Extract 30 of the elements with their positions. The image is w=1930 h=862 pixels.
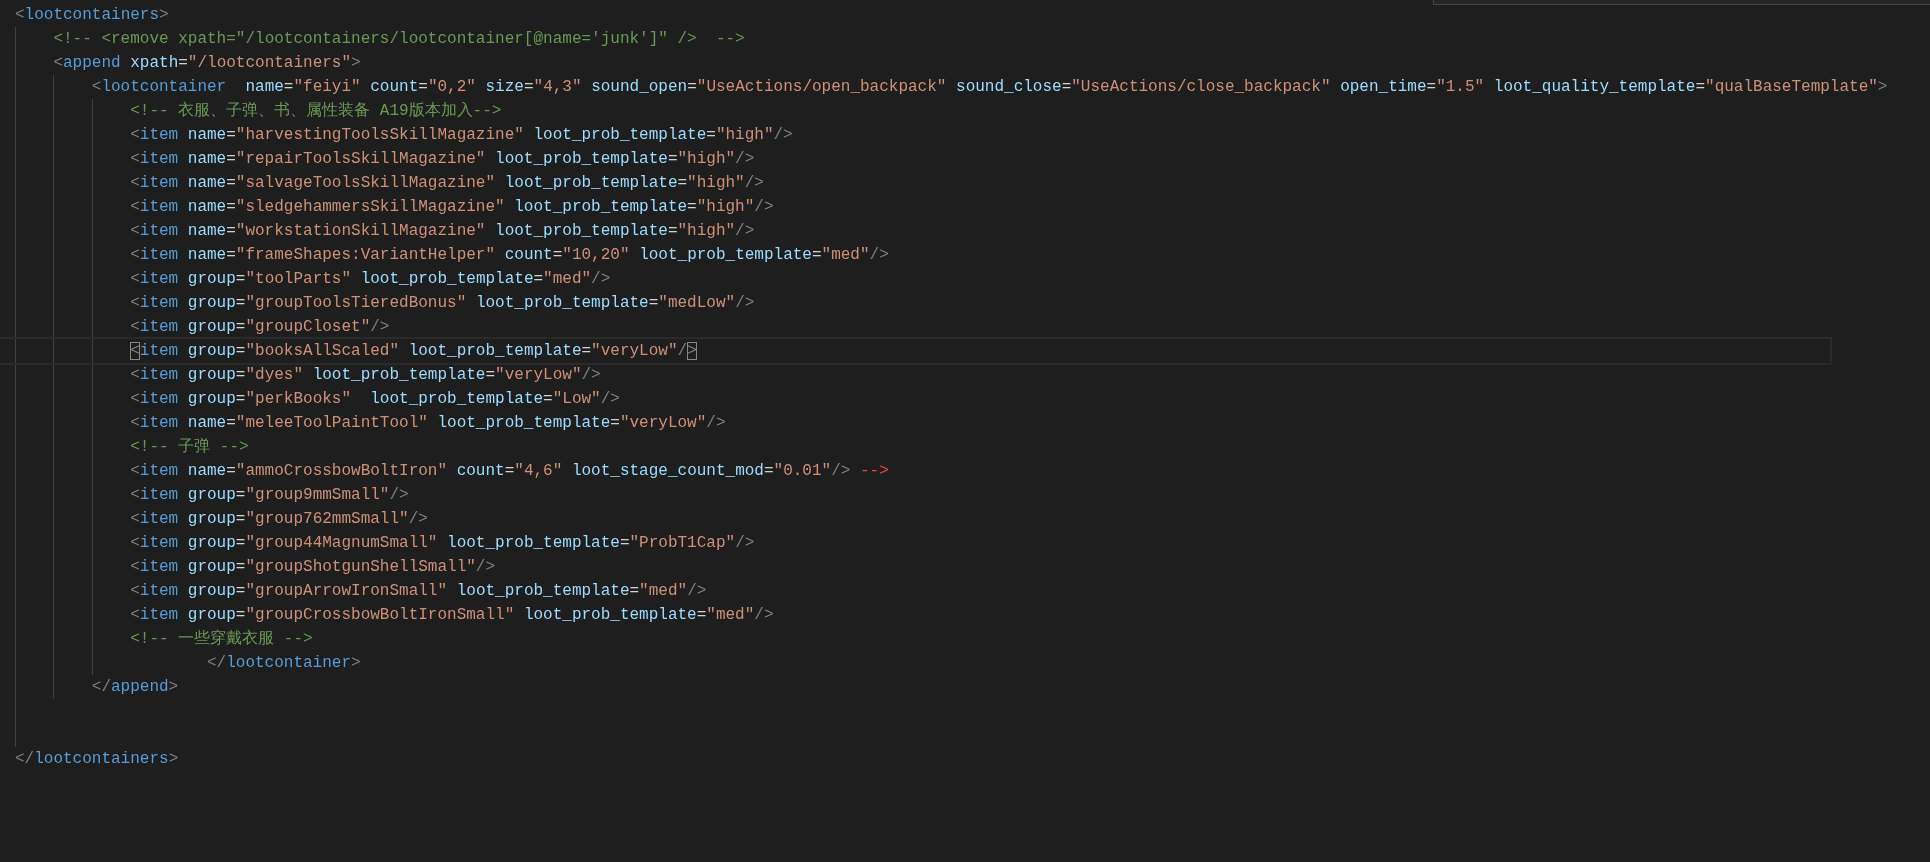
code-comment: <!-- 衣服、子弹、书、属性装备 A19版本加入--> <box>130 100 502 122</box>
code-comment: <!-- <remove xpath="/lootcontainers/lootcontainer[@name='junk']" /> --> <box>53 29 745 50</box>
code-comment: <!-- 一些穿戴衣服 --> <box>130 628 313 650</box>
code-line: <item group="group44MagnumSmall" loot_prob_template="ProbT1Cap"/> <box>130 533 755 554</box>
code-line: <item name="meleeToolPaintTool" loot_prob_template="veryLow"/> <box>130 413 726 434</box>
code-line: <item group="groupCrossbowBoltIronSmall" loot_prob_template="med"/> <box>130 605 774 626</box>
code-line: <item group="perkBooks" loot_prob_template="Low"/> <box>130 389 620 410</box>
code-line: <item name="repairToolsSkillMagazine" loot_prob_template="high"/> <box>130 149 755 170</box>
code-line: </append> <box>91 677 179 698</box>
code-line: <item group="groupCloset"/> <box>130 317 390 338</box>
code-line: </lootcontainer> <box>206 653 361 674</box>
code-line: <item name="salvageToolsSkillMagazine" loot_prob_template="high"/> <box>130 173 764 194</box>
code-comment: <!-- 子弹 --> <box>130 437 249 458</box>
code-line: <item group="dyes" loot_prob_template="veryLow"/> <box>130 365 601 386</box>
code-line: <item group="groupShotgunShellSmall"/> <box>130 557 496 578</box>
code-line: <item group="booksAllScaled" loot_prob_template="veryLow"/> <box>0 339 1831 363</box>
code-line: <item name="frameShapes:VariantHelper" count="10,20" loot_prob_template="med"/> <box>130 245 889 266</box>
code-line: <item group="group9mmSmall"/> <box>130 485 409 506</box>
code-line: <item group="toolParts" loot_prob_template="med"/> <box>130 269 611 290</box>
code-line: <item name="ammoCrossbowBoltIron" count="4,6" loot_stage_count_mod="0.01"/> --> <box>130 461 889 482</box>
code-line: <item name="sledgehammersSkillMagazine" loot_prob_template="high"/> <box>130 197 774 218</box>
code-line: <item group="group762mmSmall"/> <box>130 509 428 530</box>
code-line: <item name="harvestingToolsSkillMagazine" loot_prob_template="high"/> <box>130 125 793 146</box>
code-line: <item group="groupToolsTieredBonus" loot_prob_template="medLow"/> <box>130 293 755 314</box>
code-line: <item group="groupArrowIronSmall" loot_prob_template="med"/> <box>130 581 707 602</box>
code-line: <append xpath="/lootcontainers"> <box>53 53 361 74</box>
code-line: <item name="workstationSkillMagazine" loot_prob_template="high"/> <box>130 221 755 242</box>
code-line: </lootcontainers> <box>15 749 179 770</box>
code-line: <lootcontainer name="feiyi" count="0,2" size="4,3" sound_open="UseActions/open_backpack" sound_close="UseActions/close_backpack" open_time="1.5" loot_quality_template="qualBaseTemplate"> <box>91 77 1888 98</box>
code-line: <lootcontainers> <box>15 5 169 26</box>
